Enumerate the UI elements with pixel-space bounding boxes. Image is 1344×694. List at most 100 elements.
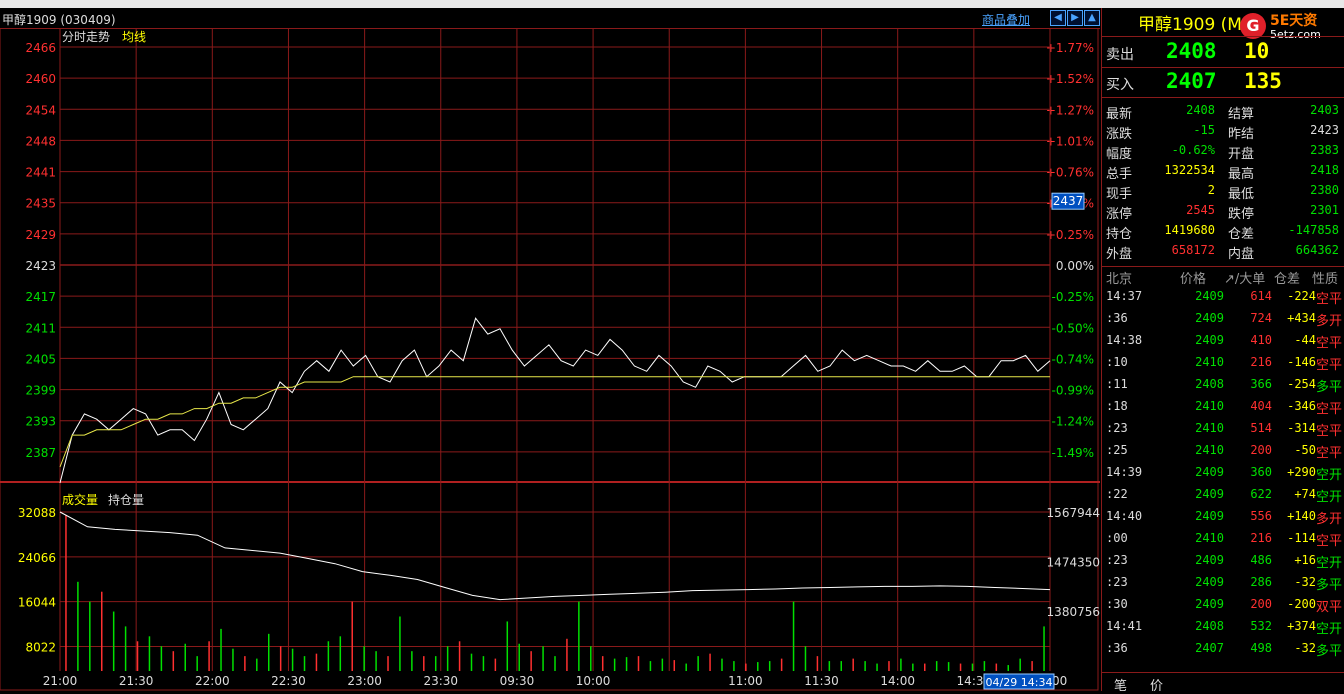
stat-value: 2380 <box>1310 183 1339 197</box>
price-tick-label: 2466 <box>25 41 56 55</box>
nav-up-button[interactable]: ▲ <box>1084 10 1100 26</box>
stat-label: 结算 <box>1228 107 1255 122</box>
quote-panel: 甲醇1909 (M G 5E天资 5etz.com 卖出 2408 10 买入 … <box>1101 8 1344 694</box>
stat-value: 2301 <box>1310 203 1339 217</box>
intraday-chart[interactable]: 2466 +1.77% 2460 +1.52% 2454 +1.27% 2448 +1.01%… <box>0 28 1100 691</box>
tick-type: 双平 <box>1315 600 1342 615</box>
stat-label: 最新 <box>1106 107 1133 122</box>
percent-tick-label: -0.25% <box>1052 290 1094 304</box>
tick-time: 14:40 <box>1106 509 1143 523</box>
price-line <box>59 317 1051 484</box>
tick-row[interactable]: 14:39 2409 360 +290 空开 <box>1102 462 1344 484</box>
tick-type: 多开 <box>1315 314 1342 329</box>
cursor-time-label: 04/29 14:34 <box>986 676 1053 689</box>
tick-volume: 614 <box>1250 289 1272 303</box>
tick-type: 多平 <box>1315 578 1342 593</box>
tick-volume: 404 <box>1250 399 1272 413</box>
tick-row[interactable]: :18 2410 404 -346 空平 <box>1102 396 1344 418</box>
tick-row[interactable]: 14:41 2408 532 +374 空开 <box>1102 616 1344 638</box>
tick-oi-change: +74 <box>1294 487 1316 501</box>
ticks-header-volume: ↗/大单 <box>1224 272 1266 287</box>
nav-left-button[interactable]: ◀ <box>1050 10 1066 26</box>
tick-row[interactable]: :00 2410 216 -114 空平 <box>1102 528 1344 550</box>
ask-price: 2408 <box>1166 39 1217 63</box>
ticks-header: 北京 价格 ↗/大单 仓差 性质 <box>1102 266 1344 287</box>
chart-frame <box>0 28 1099 691</box>
legend-price-line: 分时走势 <box>62 30 110 44</box>
stat-label: 幅度 <box>1106 147 1133 162</box>
tick-price: 2409 <box>1195 465 1224 479</box>
ask-row: 卖出 2408 10 <box>1102 36 1344 68</box>
tick-oi-change: -32 <box>1294 575 1316 589</box>
price-tick-label: 2417 <box>25 290 56 304</box>
percent-tick-label: +1.52% <box>1046 72 1094 86</box>
tick-type: 空开 <box>1315 490 1342 505</box>
ticks-header-time: 北京 <box>1106 272 1133 287</box>
stat-label: 最低 <box>1228 187 1255 202</box>
stat-label: 现手 <box>1106 187 1133 202</box>
tick-row[interactable]: :23 2409 286 -32 多平 <box>1102 572 1344 594</box>
ask-label: 卖出 <box>1106 47 1134 63</box>
tick-row[interactable]: :36 2407 498 -32 多平 <box>1102 638 1344 660</box>
time-axis-label: 11:00 <box>728 674 763 688</box>
price-tick-label: 2399 <box>25 384 56 398</box>
tick-oi-change: -44 <box>1294 333 1316 347</box>
chart-header <box>0 8 1100 29</box>
tick-time: 14:37 <box>1106 289 1143 303</box>
price-tick-label: 2405 <box>25 352 56 366</box>
tab-price[interactable]: 价 <box>1150 675 1163 694</box>
volume-tick-label: 16044 <box>18 596 56 610</box>
stat-label: 涨跌 <box>1106 127 1133 142</box>
tick-oi-change: +374 <box>1287 619 1316 633</box>
time-axis-label: 21:30 <box>119 674 154 688</box>
tick-price: 2409 <box>1195 597 1224 611</box>
ticks-header-oi: 仓差 <box>1274 272 1301 287</box>
volume-tick-label: 24066 <box>18 551 56 565</box>
tick-volume: 200 <box>1250 597 1272 611</box>
tick-volume: 200 <box>1250 443 1272 457</box>
oi-tick-label: 1380756 <box>1047 605 1100 619</box>
stat-value: 1322534 <box>1164 163 1215 177</box>
tick-price: 2409 <box>1195 487 1224 501</box>
tick-row[interactable]: :36 2409 724 +434 多开 <box>1102 308 1344 330</box>
tick-row[interactable]: :11 2408 366 -254 多平 <box>1102 374 1344 396</box>
tab-trades[interactable]: 笔 <box>1114 675 1127 694</box>
stat-value: 2408 <box>1186 103 1215 117</box>
stat-label: 昨结 <box>1228 127 1255 142</box>
tick-volume: 622 <box>1250 487 1272 501</box>
tick-row[interactable]: :10 2410 216 -146 空平 <box>1102 352 1344 374</box>
tick-row[interactable]: :23 2409 486 +16 空开 <box>1102 550 1344 572</box>
tick-volume: 410 <box>1250 333 1272 347</box>
bid-price: 2407 <box>1166 69 1217 93</box>
tick-row[interactable]: :30 2409 200 -200 双平 <box>1102 594 1344 616</box>
average-price-line <box>59 376 1050 468</box>
tick-row[interactable]: :25 2410 200 -50 空平 <box>1102 440 1344 462</box>
ticks-header-price: 价格 <box>1180 272 1207 287</box>
tick-row[interactable]: 14:38 2409 410 -44 空平 <box>1102 330 1344 352</box>
tick-type: 空平 <box>1315 402 1342 417</box>
tick-oi-change: -314 <box>1287 421 1316 435</box>
tick-price: 2409 <box>1195 333 1224 347</box>
stat-label: 涨停 <box>1106 207 1133 222</box>
stat-value: 2423 <box>1310 123 1339 137</box>
tick-time: 14:38 <box>1106 333 1143 347</box>
time-axis-label: 11:30 <box>804 674 839 688</box>
stat-value: 2383 <box>1310 143 1339 157</box>
tick-row[interactable]: :22 2409 622 +74 空开 <box>1102 484 1344 506</box>
price-tick-label: 2460 <box>25 72 56 86</box>
tick-row[interactable]: 14:37 2409 614 -224 空平 <box>1102 286 1344 308</box>
nav-right-button[interactable]: ▶ <box>1067 10 1083 26</box>
tick-oi-change: -32 <box>1294 641 1316 655</box>
price-tick-label: 2387 <box>25 446 56 460</box>
tick-type: 空开 <box>1315 622 1342 637</box>
tick-row[interactable]: :23 2410 514 -314 空平 <box>1102 418 1344 440</box>
tick-time: :36 <box>1106 641 1128 655</box>
stat-value: -0.62% <box>1171 143 1215 157</box>
tick-oi-change: +140 <box>1287 509 1316 523</box>
stat-value: 664362 <box>1295 243 1339 257</box>
tick-type: 多平 <box>1315 644 1342 659</box>
commodity-overlay-link[interactable]: 商品叠加 <box>982 11 1030 28</box>
tick-price: 2407 <box>1195 641 1224 655</box>
tick-row[interactable]: 14:40 2409 556 +140 多开 <box>1102 506 1344 528</box>
price-tick-label: 2441 <box>25 166 56 180</box>
